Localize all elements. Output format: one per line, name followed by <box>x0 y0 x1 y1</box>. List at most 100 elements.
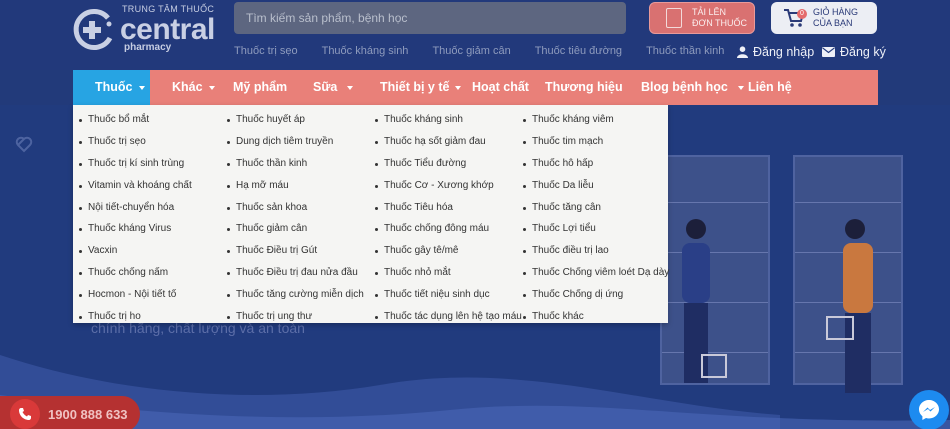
nav-item-blog-benh-hoc[interactable]: Blog bệnh học <box>641 70 744 105</box>
dropdown-item[interactable]: Dung dịch tiêm truyền <box>221 131 364 153</box>
envelope-icon <box>822 47 835 57</box>
caret-down-icon <box>737 85 744 90</box>
cart-label-line1: Giỏ hàng <box>813 7 859 17</box>
nav-item-khac[interactable]: Khác <box>172 70 215 105</box>
dropdown-item[interactable]: Thuốc Lợi tiểu <box>517 218 669 240</box>
nav-item-thiet-bi-y-te[interactable]: Thiết bị y tế <box>380 70 462 105</box>
dropdown-item[interactable]: Thuốc tác dụng lên hệ tạo máu <box>369 306 522 328</box>
register-link[interactable]: Đăng ký <box>822 45 886 59</box>
nav-label: Khác <box>172 80 203 94</box>
dropdown-column: Thuốc huyết áp Dung dịch tiêm truyền Thu… <box>221 109 364 328</box>
site-header: TRUNG TÂM THUỐC central pharmacy Thuốc t… <box>0 0 950 70</box>
dropdown-item[interactable]: Thuốc gây tê/mê <box>369 240 522 262</box>
nav-item-thuoc[interactable]: Thuốc <box>73 70 150 105</box>
search-input[interactable] <box>234 2 626 34</box>
nav-label: Mỹ phẩm <box>233 80 288 94</box>
quick-link[interactable]: Thuốc kháng sinh <box>322 45 409 57</box>
dropdown-item[interactable]: Thuốc kháng sinh <box>369 109 522 131</box>
dropdown-item[interactable]: Thuốc nhỏ mắt <box>369 262 522 284</box>
cart-count-badge: 0 <box>797 9 807 19</box>
dropdown-item[interactable]: Thuốc Da liễu <box>517 175 669 197</box>
dropdown-item[interactable]: Thuốc Cơ - Xương khớp <box>369 175 522 197</box>
caret-down-icon <box>455 85 462 90</box>
dropdown-item[interactable]: Thuốc huyết áp <box>221 109 364 131</box>
nav-item-hoat-chat[interactable]: Hoạt chất <box>472 70 529 105</box>
dropdown-item[interactable]: Thuốc tiết niệu sinh dục <box>369 284 522 306</box>
quick-link[interactable]: Thuốc trị sẹo <box>234 45 298 57</box>
dropdown-item[interactable]: Thuốc sản khoa <box>221 197 364 219</box>
dropdown-item[interactable]: Thuốc tim mạch <box>517 131 669 153</box>
upload-label-line1: Tải lên <box>692 7 727 17</box>
upload-prescription-button[interactable]: Tải lên đơn thuốc <box>649 2 755 34</box>
dropdown-item[interactable]: Thuốc trị sẹo <box>73 131 192 153</box>
nav-item-lien-he[interactable]: Liên hệ <box>748 70 792 105</box>
dropdown-item[interactable]: Thuốc kháng Virus <box>73 218 192 240</box>
cart-button[interactable]: 0 Giỏ hàng của bạn <box>771 2 877 34</box>
messenger-chat-button[interactable] <box>909 390 949 429</box>
nav-label: Sữa <box>313 80 338 94</box>
nav-label: Thương hiệu <box>545 80 623 94</box>
dropdown-item[interactable]: Hạ mỡ máu <box>221 175 364 197</box>
dropdown-column: Thuốc kháng sinh Thuốc hạ sốt giảm đau T… <box>369 109 522 328</box>
dropdown-item[interactable]: Thuốc trị ung thư <box>221 306 364 328</box>
dropdown-item[interactable]: Thuốc thần kinh <box>221 153 364 175</box>
dropdown-item[interactable]: Thuốc chống nấm <box>73 262 192 284</box>
dropdown-item[interactable]: Thuốc Điều trị Gút <box>221 240 364 262</box>
shopper-illustration <box>682 219 727 383</box>
nav-item-sua[interactable]: Sữa <box>313 70 354 105</box>
dropdown-item[interactable]: Thuốc tăng cân <box>517 197 669 219</box>
hotline-number: 1900 888 633 <box>48 406 128 422</box>
dropdown-item[interactable]: Vacxin <box>73 240 192 262</box>
register-label: Đăng ký <box>840 45 886 59</box>
nav-label: Thiết bị y tế <box>380 80 450 94</box>
dropdown-item[interactable]: Thuốc hạ sốt giảm đau <box>369 131 522 153</box>
user-icon <box>737 46 748 58</box>
prescription-icon <box>666 8 682 28</box>
nav-label: Liên hệ <box>748 80 792 94</box>
logo-plus-icon <box>73 9 113 50</box>
dropdown-item[interactable]: Thuốc khác <box>517 306 669 328</box>
dropdown-item[interactable]: Thuốc chống đông máu <box>369 218 522 240</box>
caret-down-icon <box>347 85 354 90</box>
dropdown-item[interactable]: Thuốc trị ho <box>73 306 192 328</box>
cart-label-line2: của bạn <box>813 18 853 28</box>
dropdown-item[interactable]: Thuốc điều trị lao <box>517 240 669 262</box>
caret-down-icon <box>138 85 145 90</box>
messenger-icon <box>919 400 939 420</box>
dropdown-item[interactable]: Thuốc kháng viêm <box>517 109 669 131</box>
nav-label: Hoạt chất <box>472 80 529 94</box>
dropdown-item[interactable]: Hocmon - Nội tiết tố <box>73 284 192 306</box>
main-nav: Thuốc Khác Mỹ phẩm Sữa Thiết bị y tế Hoạ… <box>73 70 878 105</box>
nav-item-my-pham[interactable]: Mỹ phẩm <box>233 70 287 105</box>
dropdown-item[interactable]: Thuốc trị kí sinh trùng <box>73 153 192 175</box>
dropdown-item[interactable]: Thuốc bổ mắt <box>73 109 192 131</box>
quick-link[interactable]: Thuốc thần kinh <box>646 45 724 57</box>
dropdown-column: Thuốc kháng viêm Thuốc tim mạch Thuốc hô… <box>517 109 669 328</box>
quick-link[interactable]: Thuốc giảm cân <box>432 45 510 57</box>
phone-icon <box>10 399 40 429</box>
dropdown-item[interactable]: Thuốc Chống dị ứng <box>517 284 669 306</box>
upload-label-line2: đơn thuốc <box>692 18 748 28</box>
quick-links: Thuốc trị sẹo Thuốc kháng sinh Thuốc giả… <box>234 45 748 57</box>
dropdown-item[interactable]: Thuốc giảm cân <box>221 218 364 240</box>
logo[interactable]: TRUNG TÂM THUỐC central pharmacy <box>72 2 222 56</box>
dropdown-item[interactable]: Vitamin và khoáng chất <box>73 175 192 197</box>
dropdown-item[interactable]: Thuốc hô hấp <box>517 153 669 175</box>
dropdown-item[interactable]: Thuốc Điều trị đau nửa đầu <box>221 262 364 284</box>
dropdown-item[interactable]: Thuốc tăng cường miễn dịch <box>221 284 364 306</box>
dropdown-item[interactable]: Thuốc Chống viêm loét Dạ dày <box>517 262 669 284</box>
nav-item-thuong-hieu[interactable]: Thương hiệu <box>545 70 623 105</box>
login-link[interactable]: Đăng nhập <box>737 45 814 59</box>
dropdown-column: Thuốc bổ mắt Thuốc trị sẹo Thuốc trị kí … <box>73 109 192 328</box>
logo-subtitle: pharmacy <box>124 42 172 53</box>
dropdown-item[interactable]: Nội tiết-chuyển hóa <box>73 197 192 219</box>
caret-down-icon <box>208 85 215 90</box>
shopper-illustration <box>826 219 873 393</box>
dropdown-item[interactable]: Thuốc Tiêu hóa <box>369 197 522 219</box>
quick-link[interactable]: Thuốc tiêu đường <box>535 45 622 57</box>
dropdown-item[interactable]: Thuốc Tiểu đường <box>369 153 522 175</box>
login-label: Đăng nhập <box>753 45 815 59</box>
hotline-button[interactable]: 1900 888 633 <box>0 396 140 429</box>
thuoc-dropdown-menu: Thuốc bổ mắt Thuốc trị sẹo Thuốc trị kí … <box>73 105 669 323</box>
nav-label: Blog bệnh học <box>641 80 728 94</box>
